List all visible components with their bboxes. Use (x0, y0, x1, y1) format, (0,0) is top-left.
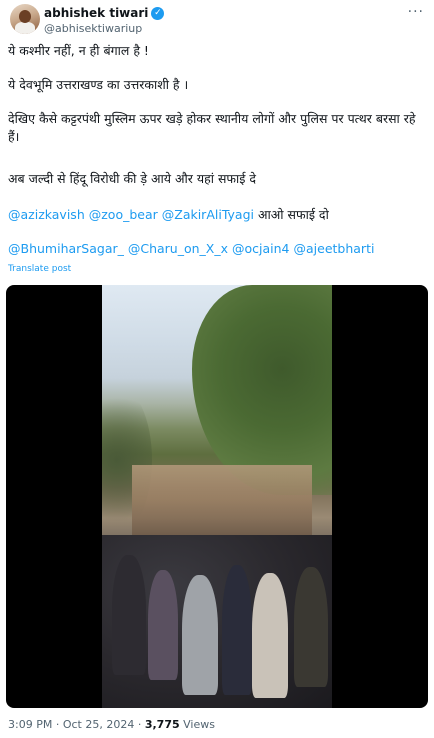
mention-link[interactable]: @ZakirAliTyagi (162, 207, 254, 222)
tweet-text-line-4: अब जल्दी से हिंदू विरोधी की ड़े आये और य… (8, 171, 257, 186)
meta-separator: · (52, 718, 63, 731)
crowd (102, 535, 332, 708)
verified-badge-icon: ✓ (151, 6, 165, 20)
tweet-text-line-3: देखिए कैसे कट्टरपंथी मुस्लिम ऊपर खड़े हो… (8, 111, 416, 144)
tweet-text-line-1: ये कश्मीर नहीं, न ही बंगाल है ! (8, 43, 149, 58)
post-time[interactable]: 3:09 PM (8, 718, 52, 731)
mention-link[interactable]: @zoo_bear (89, 207, 158, 222)
tweet-text-line-5: @azizkavish @zoo_bear @ZakirAliTyagi आओ … (8, 206, 426, 224)
video-player[interactable] (6, 285, 428, 708)
mention-link[interactable]: @azizkavish (8, 207, 85, 222)
tweet-header: abhishek tiwari ✓ @abhisektiwariup ··· (8, 4, 428, 38)
mention-link[interactable]: @BhumiharSagar_ (8, 241, 124, 256)
mention-link[interactable]: @Charu_on_X_x (128, 241, 228, 256)
mention-link[interactable]: @ocjain4 (232, 241, 290, 256)
avatar[interactable] (10, 4, 40, 34)
tree-foliage (192, 285, 332, 495)
tweet-text-line-2: ये देवभूमि उत्तराखण्ड का उत्तरकाशी है । (8, 77, 189, 92)
translate-post-link[interactable]: Translate post (8, 264, 71, 274)
author-name[interactable]: abhishek tiwari ✓ (44, 6, 165, 20)
author-handle[interactable]: @abhisektiwariup (44, 22, 142, 35)
tweet-meta: 3:09 PM · Oct 25, 2024 · 3,775 Views (8, 718, 215, 731)
mention-link[interactable]: @ajeetbharti (294, 241, 375, 256)
video-frame (102, 285, 332, 708)
author-name-text[interactable]: abhishek tiwari (44, 6, 148, 20)
meta-separator: · (134, 718, 145, 731)
views-label: Views (179, 718, 215, 731)
post-date[interactable]: Oct 25, 2024 (63, 718, 135, 731)
tweet-text-suffix: आओ सफाई दो (253, 207, 329, 222)
hillside-buildings (132, 465, 312, 535)
more-options-icon[interactable]: ··· (408, 4, 424, 20)
views-count: 3,775 (144, 718, 180, 731)
tweet-text-line-6: @BhumiharSagar_ @Charu_on_X_x @ocjain4 @… (8, 240, 426, 258)
